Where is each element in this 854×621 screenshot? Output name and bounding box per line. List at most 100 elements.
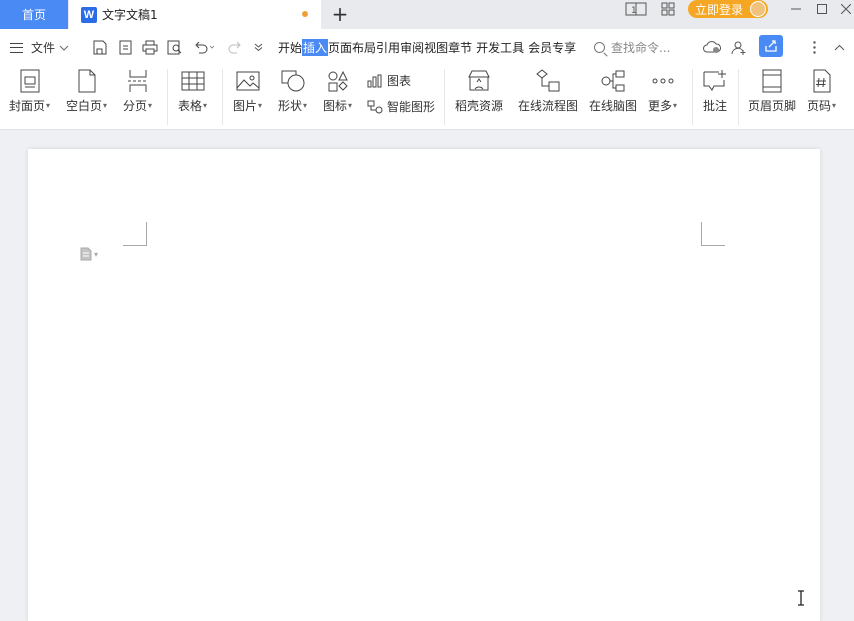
- header-footer-button[interactable]: 页眉页脚: [748, 69, 796, 114]
- document-page[interactable]: ▾: [28, 149, 820, 621]
- comment-button[interactable]: 批注: [702, 69, 728, 114]
- page-number-label: 页码: [807, 99, 832, 113]
- undo-icon[interactable]: [192, 38, 216, 56]
- cover-page-icon: [20, 69, 40, 93]
- chevron-down-icon: [59, 45, 69, 51]
- table-label: 表格: [178, 99, 203, 113]
- docer-resources-label: 稻壳资源: [455, 99, 504, 113]
- chart-button[interactable]: 图表: [367, 72, 411, 89]
- tab-page-layout[interactable]: 页面布局: [328, 39, 376, 56]
- redo-icon[interactable]: [226, 38, 244, 56]
- more-button[interactable]: 更多 ▾: [648, 69, 677, 114]
- shape-button[interactable]: 形状 ▾: [278, 69, 307, 114]
- insert-ribbon: 封面页 ▾ 空白页 ▾ 分页 ▾ 表格 ▾ 图片 ▾ 形状 ▾ 图标 ▾ 图表 …: [0, 65, 854, 130]
- picture-label: 图片: [233, 99, 258, 113]
- online-mindmap-label: 在线脑图: [589, 99, 638, 113]
- collapse-ribbon-icon[interactable]: [832, 38, 846, 56]
- home-tab[interactable]: 首页: [0, 0, 68, 29]
- mindmap-icon: [601, 70, 625, 92]
- page-break-icon: [127, 70, 148, 92]
- writer-doc-icon: W: [81, 6, 97, 23]
- icon-label: 图标: [323, 99, 348, 113]
- export-pdf-icon[interactable]: [116, 38, 134, 56]
- document-tab[interactable]: W 文字文稿1: [69, 0, 321, 29]
- svg-text:1: 1: [631, 6, 637, 16]
- cover-page-button[interactable]: 封面页 ▾: [9, 69, 50, 114]
- tab-member[interactable]: 会员专享: [528, 39, 576, 56]
- maximize-icon[interactable]: [810, 0, 834, 18]
- picture-button[interactable]: 图片 ▾: [233, 69, 262, 114]
- unsaved-indicator-icon: [302, 11, 308, 17]
- hamburger-icon: [10, 42, 23, 53]
- collaborate-user-icon[interactable]: [730, 38, 748, 56]
- tab-insert[interactable]: 插入: [302, 39, 329, 56]
- blank-page-label: 空白页: [66, 99, 103, 113]
- ribbon-separator: [692, 69, 693, 125]
- new-tab-button[interactable]: +: [330, 3, 350, 25]
- header-footer-label: 页眉页脚: [748, 99, 797, 113]
- reading-layout-icon[interactable]: 1: [624, 0, 648, 18]
- cloud-sync-icon[interactable]: [702, 38, 722, 56]
- paragraph-layout-icon[interactable]: ▾: [80, 247, 98, 261]
- tab-home[interactable]: 开始: [278, 39, 302, 56]
- more-options-icon[interactable]: [808, 38, 820, 56]
- tab-references[interactable]: 引用: [376, 39, 400, 56]
- icon-button[interactable]: 图标 ▾: [323, 69, 352, 114]
- cover-page-label: 封面页: [9, 99, 46, 113]
- shape-icon: [281, 70, 305, 92]
- more-dots-icon: [652, 78, 674, 84]
- ribbon-tabs: 开始 插入 页面布局 引用 审阅 视图 章节 开发工具 会员专享: [278, 39, 576, 56]
- page-number-icon: [813, 69, 831, 93]
- menu-bar: 文件 开始 插入 页面布局 引用 审阅 视图 章节 开发工具 会员专享 查找命令…: [0, 29, 854, 65]
- print-icon[interactable]: [141, 38, 159, 56]
- search-input[interactable]: 查找命令...: [611, 39, 670, 56]
- online-flowchart-button[interactable]: 在线流程图: [518, 69, 578, 114]
- share-button[interactable]: [759, 35, 783, 57]
- page-break-button[interactable]: 分页 ▾: [123, 69, 152, 114]
- print-preview-icon[interactable]: [166, 38, 184, 56]
- customize-toolbar-icon[interactable]: [252, 38, 264, 56]
- smart-art-icon: [367, 100, 383, 113]
- apps-grid-icon[interactable]: [658, 0, 678, 18]
- vertical-scrollbar[interactable]: [848, 130, 854, 621]
- file-menu-label: 文件: [31, 41, 56, 55]
- file-menu-button[interactable]: 文件: [10, 39, 69, 56]
- margin-corner-top-left: [123, 222, 147, 246]
- chart-icon: [367, 74, 382, 87]
- wps-writer-window: 首页 W 文字文稿1 + 1 立即登录 文件 开始 插入 页面布局 引用 审阅 …: [0, 0, 854, 621]
- tab-review[interactable]: 审阅: [400, 39, 424, 56]
- save-icon[interactable]: [90, 38, 108, 56]
- ribbon-separator: [222, 69, 223, 125]
- command-search[interactable]: 查找命令...: [594, 39, 670, 56]
- icon-library-icon: [328, 70, 348, 92]
- flowchart-icon: [536, 69, 560, 92]
- tab-developer[interactable]: 开发工具: [476, 39, 524, 56]
- comment-label: 批注: [702, 99, 727, 113]
- page-number-button[interactable]: 页码 ▾: [807, 69, 836, 114]
- title-tab-bar: 首页 W 文字文稿1 + 1 立即登录: [0, 0, 854, 29]
- online-flowchart-label: 在线流程图: [518, 99, 579, 113]
- chart-label: 图表: [387, 74, 412, 88]
- document-tab-title: 文字文稿1: [102, 8, 158, 22]
- tab-view[interactable]: 视图: [424, 39, 448, 56]
- search-icon: [594, 42, 605, 53]
- comment-icon: [703, 70, 726, 91]
- table-button[interactable]: 表格 ▾: [178, 69, 207, 114]
- ribbon-separator: [738, 69, 739, 125]
- login-button[interactable]: 立即登录: [688, 0, 768, 18]
- tab-section[interactable]: 章节: [448, 39, 472, 56]
- online-mindmap-button[interactable]: 在线脑图: [589, 69, 637, 114]
- minimize-icon[interactable]: [784, 0, 808, 18]
- smart-art-label: 智能图形: [387, 100, 436, 114]
- docer-resources-button[interactable]: 稻壳资源: [455, 69, 503, 114]
- ribbon-separator: [167, 69, 168, 125]
- table-icon: [181, 71, 205, 91]
- blank-page-button[interactable]: 空白页 ▾: [66, 69, 107, 114]
- blank-page-icon: [78, 69, 96, 93]
- smart-art-button[interactable]: 智能图形: [367, 98, 435, 115]
- ribbon-separator: [444, 69, 445, 125]
- close-icon[interactable]: [834, 0, 854, 18]
- share-icon: [765, 40, 777, 52]
- text-cursor-icon: [798, 590, 804, 606]
- picture-icon: [236, 71, 260, 91]
